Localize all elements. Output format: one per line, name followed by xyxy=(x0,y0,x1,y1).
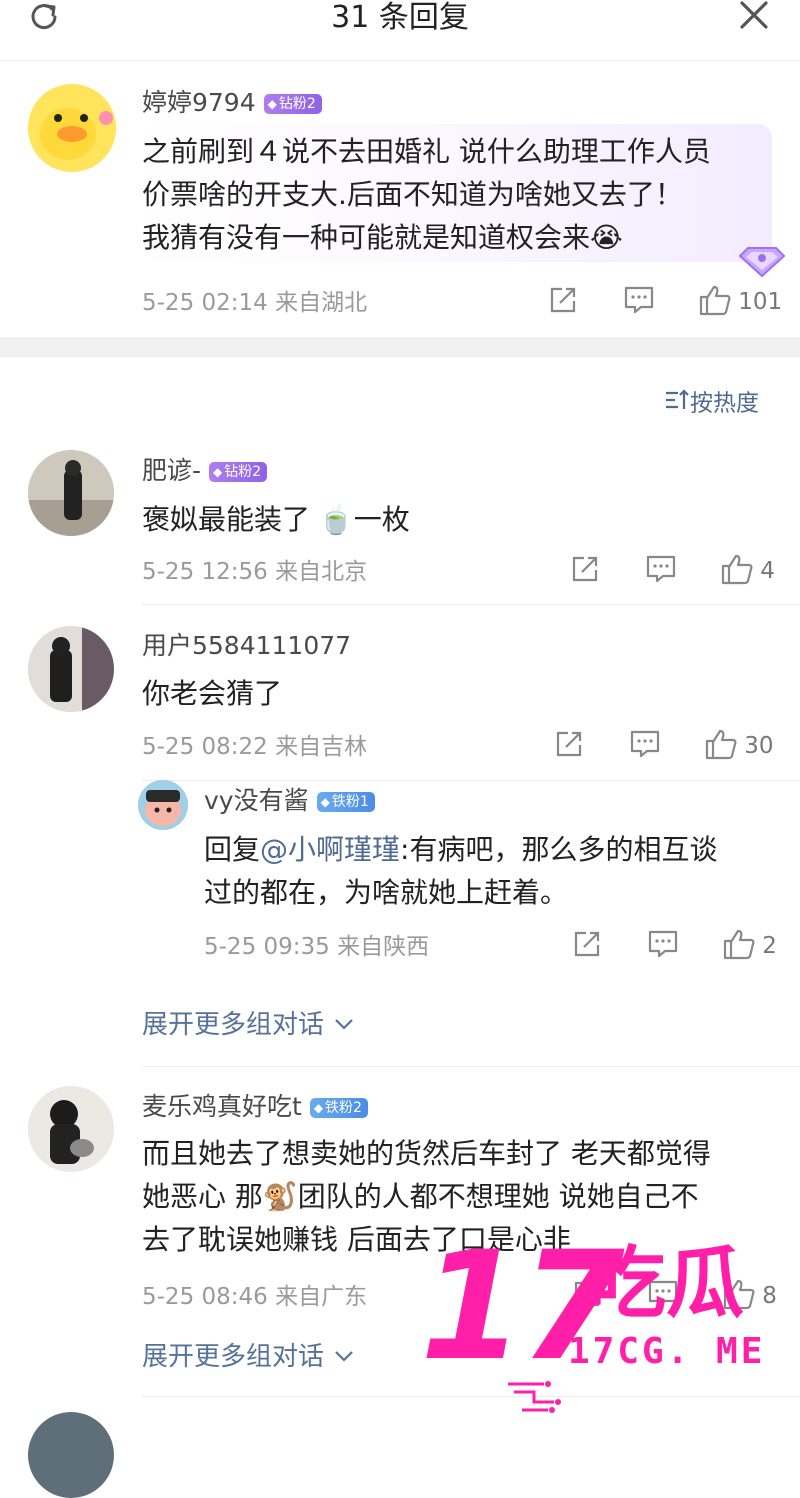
share-icon[interactable] xyxy=(548,285,578,319)
share-icon[interactable] xyxy=(570,554,600,588)
reply-actions: 30 xyxy=(554,728,773,764)
username[interactable]: 肥谚- xyxy=(142,456,201,485)
diamond-icon: ◆ xyxy=(267,97,277,111)
reply-meta: 5-25 08:46 来自广东 xyxy=(142,1284,368,1310)
crying-emoji-icon: 😭 xyxy=(590,221,623,254)
tea-emoji-icon: 🍵 xyxy=(318,503,354,536)
like-icon[interactable] xyxy=(704,728,738,764)
avatar[interactable] xyxy=(28,84,116,172)
avatar[interactable] xyxy=(28,1086,114,1172)
comment-icon[interactable] xyxy=(645,554,677,588)
like-count: 4 xyxy=(760,558,775,584)
avatar[interactable] xyxy=(28,626,114,712)
sub-reply-text: 回复@小啊瑾瑾:有病吧，那么多的相互谈 过的都在，为啥就她上赶着。 xyxy=(204,828,784,914)
sort-icon xyxy=(664,388,690,420)
reply-text-part: 褒姒最能装了 xyxy=(142,503,319,536)
sort-button[interactable]: 按热度 xyxy=(664,388,759,420)
reply-text: 你老会猜了 xyxy=(142,677,283,710)
reply-line: 她恶心 那🐒团队的人都不想理她 说她自己不 xyxy=(142,1180,699,1213)
comment-text: 之前刷到４说不去田婚礼 说什么助理工作人员 价票啥的开支大.后面不知道为啥她又去… xyxy=(142,130,782,259)
username[interactable]: 婷婷9794 xyxy=(142,88,256,117)
reply-text: 褒姒最能装了 🍵一枚 xyxy=(142,498,410,541)
like-count: 30 xyxy=(744,733,774,759)
comment-line: 之前刷到４说不去田婚礼 说什么助理工作人员 xyxy=(142,135,711,168)
watermark: 17 吃瓜 17CG. ME xyxy=(420,1232,790,1428)
comment-icon[interactable] xyxy=(623,285,655,319)
badge-label: 钻粉2 xyxy=(224,464,262,480)
username[interactable]: 麦乐鸡真好吃t xyxy=(142,1092,302,1121)
avatar[interactable] xyxy=(138,780,188,830)
comment-actions: 101 xyxy=(548,284,782,320)
comment-icon[interactable] xyxy=(629,729,661,763)
fan-badge: ◆ 钻粉2 xyxy=(209,462,268,482)
sub-reply-author[interactable]: vy没有酱 ◆ 铁粉1 xyxy=(204,786,375,816)
reply-author[interactable]: 麦乐鸡真好吃t ◆ 铁粉2 xyxy=(142,1092,368,1122)
comment-line: 价票啥的开支大.后面不知道为啥她又去了！ xyxy=(142,178,683,211)
chevron-down-icon xyxy=(332,1009,356,1043)
watermark-url: 17CG. ME xyxy=(568,1331,766,1372)
chevron-down-icon xyxy=(332,1341,356,1375)
expand-label: 展开更多组对话 xyxy=(142,1342,325,1372)
reply-line: 而且她去了想卖她的货然后车封了 老天都觉得 xyxy=(142,1137,711,1170)
avatar[interactable] xyxy=(28,450,114,536)
reply-prefix: 回复 xyxy=(204,833,261,866)
sub-reply-line-text: :有病吧，那么多的相互谈 xyxy=(400,833,718,866)
comment-icon[interactable] xyxy=(647,929,679,963)
mention-link[interactable]: @小啊瑾瑾 xyxy=(260,833,400,866)
like-count: 101 xyxy=(738,289,783,315)
username[interactable]: 用户5584111077 xyxy=(142,631,351,660)
section-divider xyxy=(0,337,800,357)
watermark-chinese: 吃瓜 xyxy=(588,1239,745,1329)
sub-reply-line: 过的都在，为啥就她上赶着。 xyxy=(204,876,569,909)
sub-reply-meta: 5-25 09:35 来自陕西 xyxy=(204,934,430,960)
diamond-icon: ◆ xyxy=(313,1101,324,1115)
divider xyxy=(142,1066,800,1067)
badge-label: 铁粉2 xyxy=(325,1100,362,1116)
fan-badge: ◆ 铁粉2 xyxy=(309,1098,368,1118)
comment-line-text: 我猜有没有一种可能就是知道权会来 xyxy=(142,221,591,254)
like-count: 2 xyxy=(762,933,777,959)
diamond-icon: ◆ xyxy=(213,465,223,479)
watermark-circuit-icon xyxy=(504,1378,614,1418)
comment-line: 我猜有没有一种可能就是知道权会来😭 xyxy=(142,216,782,259)
badge-label: 铁粉1 xyxy=(331,794,369,810)
expand-label: 展开更多组对话 xyxy=(142,1010,325,1040)
reply-actions: 4 xyxy=(570,553,775,589)
reply-meta: 5-25 12:56 来自北京 xyxy=(142,559,368,585)
page-title: 31 条回复 xyxy=(331,0,469,35)
expand-conversation-link[interactable]: 展开更多组对话 xyxy=(142,1340,356,1375)
share-icon[interactable] xyxy=(554,729,584,763)
sort-label: 按热度 xyxy=(690,390,759,417)
avatar[interactable] xyxy=(28,1412,114,1498)
like-icon[interactable] xyxy=(720,553,754,589)
like-icon[interactable] xyxy=(722,928,756,964)
like-icon[interactable] xyxy=(698,284,732,320)
share-icon[interactable] xyxy=(572,929,602,963)
divider xyxy=(142,780,800,781)
sub-reply-actions: 2 xyxy=(572,928,777,964)
comment-meta: 5-25 02:14 来自湖北 xyxy=(142,290,368,316)
sub-reply-line: 回复@小啊瑾瑾:有病吧，那么多的相互谈 xyxy=(204,828,784,871)
diamond-icon: ◆ xyxy=(320,795,330,809)
reply-text-part: 一枚 xyxy=(353,503,410,536)
divider xyxy=(142,604,800,605)
reply-meta: 5-25 08:22 来自吉林 xyxy=(142,734,368,760)
reply-author[interactable]: 用户5584111077 xyxy=(142,631,351,661)
reply-author[interactable]: 肥谚- ◆ 钻粉2 xyxy=(142,456,268,486)
badge-label: 钻粉2 xyxy=(278,96,316,112)
header-bar: 31 条回复 xyxy=(0,0,800,61)
fan-badge: ◆ 铁粉1 xyxy=(316,792,375,812)
username[interactable]: vy没有酱 xyxy=(204,786,309,815)
close-icon[interactable] xyxy=(736,0,772,34)
fan-badge: ◆ 钻粉2 xyxy=(263,94,322,114)
comment-author[interactable]: 婷婷9794 ◆ 钻粉2 xyxy=(142,88,322,118)
expand-conversation-link[interactable]: 展开更多组对话 xyxy=(142,1008,356,1043)
